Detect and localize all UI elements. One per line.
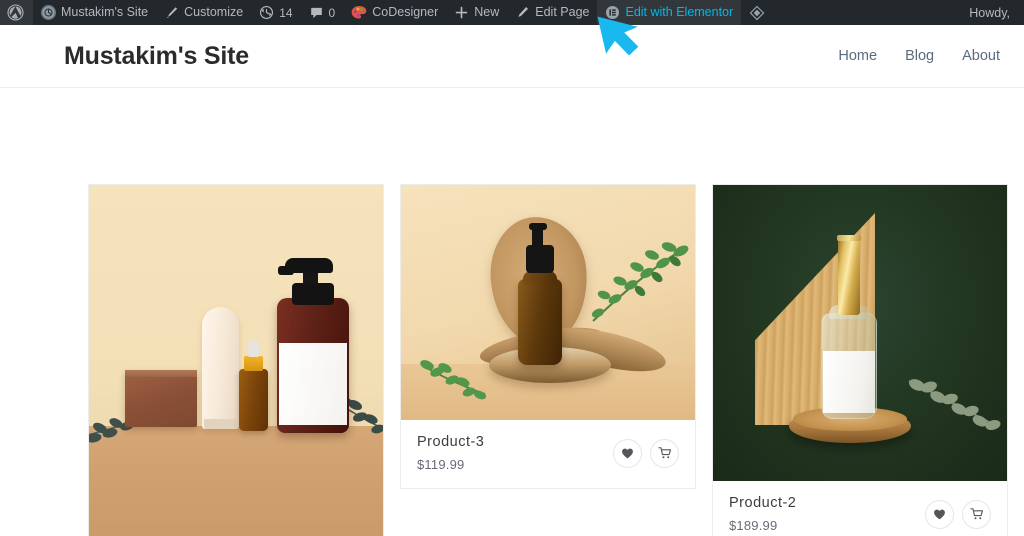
admin-bar-label-howdy: Howdy, [969,5,1010,20]
gold-cap [838,237,860,315]
product-image[interactable] [713,185,1007,481]
admin-bar-label-edit-page: Edit Page [535,5,590,20]
amber-spray-bottle [518,279,562,365]
admin-bar-label-customize: Customize [184,5,244,20]
product-info: Product-3 $119.99 [417,434,484,472]
admin-bar-item-updates[interactable]: 14 [251,0,300,25]
product-actions [925,499,991,529]
admin-bar-item-wp-logo[interactable] [0,0,33,25]
palette-icon [351,5,367,20]
wishlist-button[interactable] [925,499,954,529]
admin-bar-item-new-content[interactable]: New [446,0,507,25]
eucalyptus-branch-icon [908,379,1001,431]
heart-icon [933,508,946,521]
elementor-e-icon [605,5,620,20]
wishlist-button[interactable] [613,438,642,468]
shopping-cart-icon [657,446,672,460]
soap-bar [125,370,197,428]
product-price: $189.99 [729,518,778,533]
comment-bubble-icon [309,5,324,20]
add-to-cart-button[interactable] [962,499,991,529]
product-card-body: Product-2 $189.99 [713,481,1007,536]
admin-bar-item-howdy[interactable]: Howdy, [961,0,1024,25]
product-name[interactable]: Product-3 [417,434,484,450]
product-image[interactable] [401,185,695,420]
product-price: $119.99 [417,457,465,472]
bottle-label [823,351,875,413]
admin-bar-label-new-content: New [474,5,500,20]
nav-item-blog[interactable]: Blog [905,48,934,64]
admin-bar-label-edit-with-elementor: Edit with Elementor [625,5,734,20]
site-icon [41,5,56,20]
product-photo-scene [89,185,383,536]
product-card[interactable]: Product-4 $89.99 [88,184,384,536]
cosmetic-tube [202,307,239,430]
product-grid: Product-4 $89.99 [0,88,1024,536]
product-card[interactable]: Product-3 $119.99 [400,184,696,489]
shopping-cart-icon [969,507,984,521]
paintbrush-icon [164,5,179,20]
admin-bar-item-extra-plugin[interactable] [741,0,773,25]
product-image[interactable] [89,185,383,536]
product-card-body: Product-3 $119.99 [401,420,695,488]
admin-bar-item-comments[interactable]: 0 [301,0,344,25]
update-arrows-icon [259,5,274,20]
wordpress-icon [7,4,24,21]
admin-bar-item-site-name[interactable]: Mustakim's Site [33,0,156,25]
plus-icon [454,5,469,20]
diamond-icon [749,5,765,21]
site-nav: Home Blog About [838,48,1000,64]
site-header: Mustakim's Site Home Blog About [0,25,1024,88]
admin-bar-label-codesigner: CoDesigner [372,5,439,20]
admin-bar-item-edit-page[interactable]: Edit Page [507,0,597,25]
product-card[interactable]: Product-2 $189.99 [712,184,1008,536]
product-photo-scene [713,185,1007,481]
product-actions [613,438,679,468]
product-photo-scene [401,185,695,420]
pencil-icon [515,5,530,20]
dropper-bottle [239,368,268,431]
admin-bar-item-customize[interactable]: Customize [156,0,251,25]
admin-bar-item-edit-with-elementor[interactable]: Edit with Elementor [597,0,742,25]
admin-bar-spacer [773,0,961,25]
admin-bar-item-codesigner[interactable]: CoDesigner [343,0,446,25]
admin-bar-label-site-name: Mustakim's Site [61,5,149,20]
admin-bar-comments-count: 0 [328,5,336,20]
product-info: Product-2 $189.99 [729,495,796,533]
admin-bar-updates-count: 14 [279,5,293,20]
foliage-left-icon [420,360,487,400]
heart-icon [621,447,634,460]
site-title[interactable]: Mustakim's Site [64,42,249,71]
foliage-right-icon [591,242,689,322]
product-name[interactable]: Product-2 [729,495,796,511]
nav-item-home[interactable]: Home [838,48,877,64]
wp-admin-bar: Mustakim's Site Customize 14 0 CoDesigne… [0,0,1024,25]
nav-item-about[interactable]: About [962,48,1000,64]
add-to-cart-button[interactable] [650,438,679,468]
